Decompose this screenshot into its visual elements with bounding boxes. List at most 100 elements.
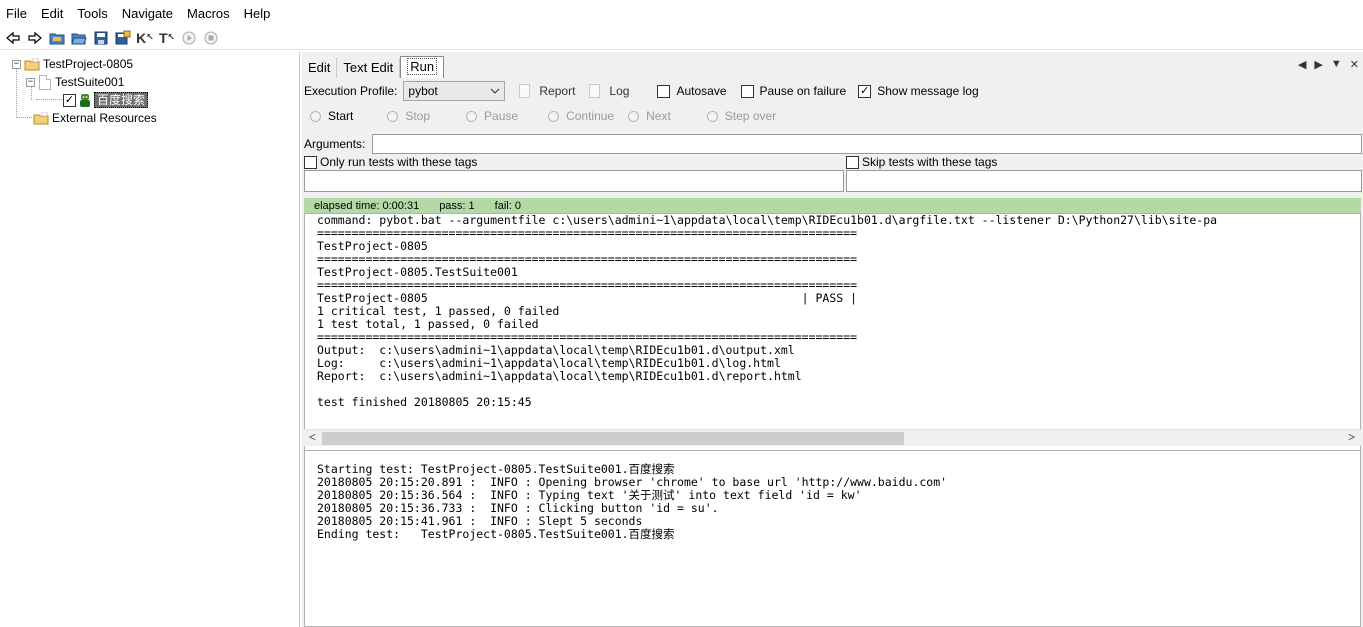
console-line: Report: c:\users\admini~1\appdata\local\… (317, 369, 802, 383)
only-run-tags-checkbox[interactable] (304, 155, 317, 169)
tab-edit[interactable]: Edit (302, 58, 338, 78)
arguments-input[interactable] (372, 134, 1362, 154)
chevron-down-icon (491, 88, 500, 94)
menu-navigate[interactable]: Navigate (122, 6, 173, 21)
pause-on-failure-label: Pause on failure (759, 84, 847, 98)
execution-profile-row: Execution Profile: pybot Report Log Auto… (304, 81, 979, 101)
menu-tools[interactable]: Tools (77, 6, 107, 21)
tab-scroll-left-icon[interactable]: ◀ (1298, 58, 1306, 71)
skip-tags-input[interactable] (846, 170, 1362, 192)
collapse-icon[interactable]: − (26, 77, 35, 87)
search-tests-icon[interactable]: T ↖ (156, 27, 178, 49)
tree-item-label: TestSuite001 (55, 75, 125, 89)
console-output[interactable]: command: pybot.bat --argumentfile c:\use… (304, 213, 1361, 451)
tree-line (36, 99, 64, 100)
pause-icon (466, 110, 478, 122)
execution-profile-value: pybot (408, 84, 438, 98)
scroll-right-icon[interactable]: > (1348, 430, 1355, 444)
arguments-label: Arguments: (304, 137, 366, 151)
tab-scroll-right-icon[interactable]: ▶ (1314, 58, 1322, 71)
tree-item-project[interactable]: − TestProject-0805 (12, 55, 133, 73)
tab-navigation: ◀ ▶ ▼ ✕ (1298, 58, 1359, 71)
execution-profile-label: Execution Profile: (304, 84, 398, 98)
report-icon (519, 84, 531, 98)
report-button[interactable]: Report (539, 84, 575, 98)
stop-icon (387, 110, 399, 122)
tree-line (16, 67, 17, 118)
log-button[interactable]: Log (609, 84, 629, 98)
tree-item-test[interactable]: ✓ 百度搜索 (63, 91, 149, 109)
skip-tags-row: Skip tests with these tags (846, 154, 997, 170)
menu-help[interactable]: Help (244, 6, 271, 21)
tab-text-edit[interactable]: Text Edit (337, 58, 401, 78)
file-icon (39, 74, 51, 90)
tree-item-label: External Resources (52, 111, 157, 125)
autosave-checkbox[interactable] (657, 84, 671, 98)
message-log-line: Ending test: TestProject-0805.TestSuite0… (317, 527, 675, 541)
run-icon[interactable] (178, 27, 200, 49)
play-icon (310, 110, 321, 122)
collapse-icon[interactable]: − (12, 59, 21, 69)
robot-test-icon (80, 93, 90, 107)
autosave-label: Autosave (676, 84, 727, 98)
skip-tags-checkbox[interactable] (846, 155, 859, 169)
show-message-log-label: Show message log (877, 84, 979, 98)
test-checkbox[interactable]: ✓ (63, 93, 76, 107)
folder-icon (33, 111, 49, 124)
save-all-icon[interactable] (112, 27, 134, 49)
continue-button[interactable]: Continue (548, 109, 614, 123)
menu-file[interactable]: File (6, 6, 27, 21)
message-log[interactable]: Starting test: TestProject-0805.TestSuit… (304, 450, 1361, 627)
log-icon (589, 84, 601, 98)
tab-run[interactable]: Run (400, 56, 445, 78)
tab-close-icon[interactable]: ✕ (1350, 58, 1359, 71)
save-icon[interactable] (90, 27, 112, 49)
elapsed-time: elapsed time: 0:00:31 (314, 199, 420, 212)
start-button[interactable]: Start (310, 109, 353, 123)
menu-bar: File Edit Tools Navigate Macros Help (0, 0, 1363, 26)
tree-item-label: TestProject-0805 (43, 57, 134, 71)
menu-edit[interactable]: Edit (41, 6, 63, 21)
run-controls: Start Stop Pause Continue Next Step over (310, 108, 776, 124)
console-line: test finished 20180805 20:15:45 (317, 395, 532, 409)
console-horizontal-scrollbar[interactable]: < > (304, 429, 1361, 446)
next-button[interactable]: Next (628, 109, 671, 123)
step-over-button[interactable]: Step over (706, 109, 776, 123)
open-directory-icon[interactable] (68, 27, 90, 49)
next-icon (628, 110, 640, 122)
execution-profile-select[interactable]: pybot (403, 81, 506, 101)
tree-item-external-resources[interactable]: External Resources (30, 109, 157, 127)
arguments-row: Arguments: (304, 134, 365, 154)
stop-icon[interactable] (200, 27, 222, 49)
pass-count: pass: 1 (439, 199, 475, 212)
step-over-icon (706, 110, 718, 122)
pause-button[interactable]: Pause (466, 109, 518, 123)
open-suite-icon[interactable] (46, 27, 68, 49)
folder-icon (24, 57, 40, 70)
editor-tabs: Edit Text Edit Run (302, 56, 445, 78)
tree-item-label: 百度搜索 (94, 92, 149, 108)
tree-item-suite[interactable]: − TestSuite001 (26, 73, 124, 91)
fail-count: fail: 0 (494, 199, 521, 212)
skip-tags-label: Skip tests with these tags (862, 155, 998, 169)
console-text: command: pybot.bat --argumentfile c:\use… (305, 214, 1360, 409)
only-run-tags-input[interactable] (304, 170, 844, 192)
tab-run-label: Run (407, 58, 438, 75)
show-message-log-checkbox[interactable]: ✓ (858, 84, 872, 98)
toolbar: K ↖ T ↖ (0, 26, 1363, 50)
menu-macros[interactable]: Macros (187, 6, 230, 21)
stop-button[interactable]: Stop (387, 109, 430, 123)
only-run-tags-label: Only run tests with these tags (320, 155, 478, 169)
pause-on-failure-checkbox[interactable] (740, 84, 754, 98)
editor-panel: Edit Text Edit Run ◀ ▶ ▼ ✕ Execution Pro… (302, 52, 1363, 627)
continue-icon (548, 110, 560, 122)
project-tree: − TestProject-0805 − TestSuite001 ✓ 百度搜索… (0, 52, 300, 627)
scrollbar-thumb[interactable] (322, 432, 904, 445)
tab-list-icon[interactable]: ▼ (1331, 58, 1342, 71)
console-line: ========================================… (317, 226, 858, 240)
search-keywords-icon[interactable]: K ↖ (134, 27, 156, 49)
back-arrow-icon[interactable] (2, 27, 24, 49)
forward-arrow-icon[interactable] (24, 27, 46, 49)
scroll-left-icon[interactable]: < (309, 430, 316, 444)
run-status-bar: elapsed time: 0:00:31 pass: 1 fail: 0 (304, 198, 1361, 213)
